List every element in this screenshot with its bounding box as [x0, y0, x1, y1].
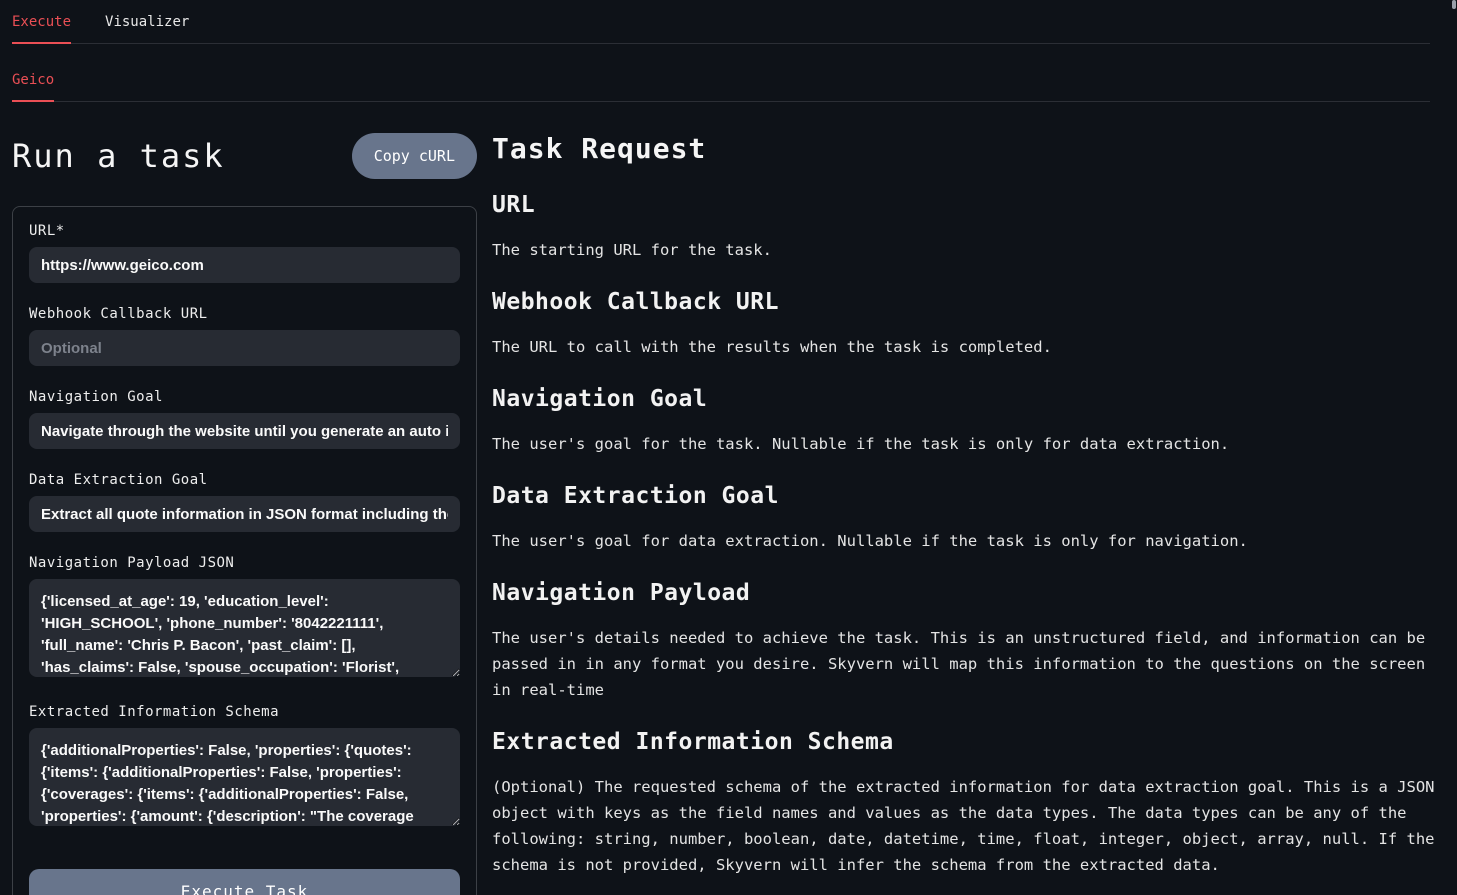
- task-request-docs-panel: Task Request URL The starting URL for th…: [492, 130, 1442, 895]
- webhook-label: Webhook Callback URL: [29, 306, 460, 322]
- doc-section-data-extraction-goal: Data Extraction Goal The user's goal for…: [492, 483, 1442, 554]
- doc-heading: Navigation Payload: [492, 580, 1442, 607]
- execute-task-button[interactable]: Execute Task: [29, 869, 460, 895]
- navigation-payload-label: Navigation Payload JSON: [29, 555, 460, 571]
- navigation-goal-field-group: Navigation Goal: [29, 389, 460, 449]
- url-field-group: URL*: [29, 223, 460, 283]
- page-scrollbar-thumb[interactable]: [1452, 0, 1456, 9]
- page-content: Run a task Copy cURL URL* Webhook Callba…: [0, 102, 1457, 895]
- data-extraction-goal-field-group: Data Extraction Goal: [29, 472, 460, 532]
- data-extraction-goal-input[interactable]: [29, 496, 460, 532]
- doc-heading: URL: [492, 192, 1442, 219]
- task-request-title: Task Request: [492, 132, 1442, 166]
- task-form-card: URL* Webhook Callback URL Navigation Goa…: [12, 206, 477, 895]
- doc-heading: Data Extraction Goal: [492, 483, 1442, 510]
- data-extraction-goal-label: Data Extraction Goal: [29, 472, 460, 488]
- copy-curl-button[interactable]: Copy cURL: [352, 133, 477, 179]
- extracted-schema-textarea[interactable]: {'additionalProperties': False, 'propert…: [29, 728, 460, 826]
- doc-section-webhook: Webhook Callback URL The URL to call wit…: [492, 289, 1442, 360]
- sub-tabbar: Geico: [12, 44, 1430, 102]
- doc-section-url: URL The starting URL for the task.: [492, 192, 1442, 263]
- tab-execute[interactable]: Execute: [12, 14, 71, 44]
- doc-section-extracted-schema: Extracted Information Schema (Optional) …: [492, 729, 1442, 878]
- page-title: Run a task: [12, 137, 225, 175]
- doc-section-navigation-payload: Navigation Payload The user's details ne…: [492, 580, 1442, 703]
- doc-body: The user's details needed to achieve the…: [492, 625, 1437, 703]
- left-header: Run a task Copy cURL: [12, 130, 477, 182]
- navigation-goal-input[interactable]: [29, 413, 460, 449]
- task-form-panel: Run a task Copy cURL URL* Webhook Callba…: [12, 130, 477, 895]
- doc-heading: Webhook Callback URL: [492, 289, 1442, 316]
- doc-body: The user's goal for the task. Nullable i…: [492, 431, 1437, 457]
- doc-body: The starting URL for the task.: [492, 237, 1437, 263]
- main-tabbar: Execute Visualizer: [12, 0, 1430, 44]
- url-label: URL*: [29, 223, 460, 239]
- doc-body: The user's goal for data extraction. Nul…: [492, 528, 1437, 554]
- extracted-schema-field-group: Extracted Information Schema {'additiona…: [29, 704, 460, 830]
- webhook-field-group: Webhook Callback URL: [29, 306, 460, 366]
- doc-body: (Optional) The requested schema of the e…: [492, 774, 1437, 878]
- navigation-goal-label: Navigation Goal: [29, 389, 460, 405]
- tab-visualizer[interactable]: Visualizer: [105, 14, 189, 44]
- extracted-schema-label: Extracted Information Schema: [29, 704, 460, 720]
- doc-section-navigation-goal: Navigation Goal The user's goal for the …: [492, 386, 1442, 457]
- tab-geico[interactable]: Geico: [12, 72, 54, 102]
- webhook-input[interactable]: [29, 330, 460, 366]
- doc-body: The URL to call with the results when th…: [492, 334, 1437, 360]
- navigation-payload-field-group: Navigation Payload JSON {'licensed_at_ag…: [29, 555, 460, 681]
- doc-heading: Extracted Information Schema: [492, 729, 1442, 756]
- url-input[interactable]: [29, 247, 460, 283]
- navigation-payload-textarea[interactable]: {'licensed_at_age': 19, 'education_level…: [29, 579, 460, 677]
- doc-heading: Navigation Goal: [492, 386, 1442, 413]
